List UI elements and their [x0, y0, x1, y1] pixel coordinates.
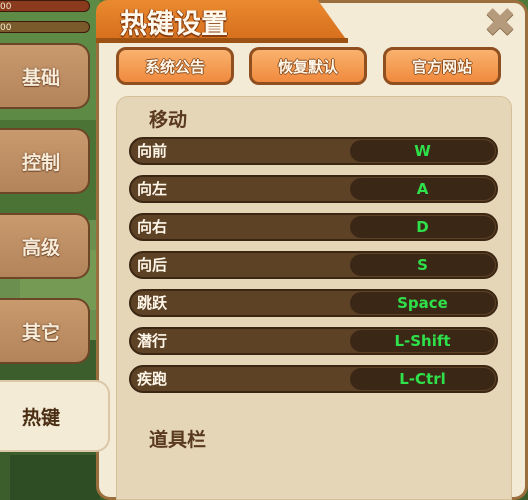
close-icon: ✖ [483, 0, 517, 46]
tab-hotkeys[interactable]: 热键 [0, 380, 110, 452]
hotkey-list[interactable]: 移动 向前 W 向左 A 向右 D 向后 S 跳跃 Space 潜行 L-Shi… [116, 96, 512, 500]
hotkey-binding[interactable]: D [350, 216, 495, 238]
button-label: 系统公告 [144, 57, 205, 76]
restore-default-button[interactable]: 恢复默认 [249, 47, 367, 85]
hotkey-row[interactable]: 向左 A [129, 175, 498, 203]
hotkey-action: 向前 [137, 142, 168, 160]
health-bar: 00 [0, 0, 90, 12]
close-button[interactable]: ✖ [478, 2, 522, 44]
section-title-hotbar: 道具栏 [149, 429, 207, 451]
hotkey-binding[interactable]: W [350, 140, 495, 162]
hunger-bar: 00 [0, 21, 90, 33]
button-label: 恢复默认 [277, 57, 338, 76]
tab-basic[interactable]: 基础 [0, 43, 90, 109]
hotkey-action: 跳跃 [137, 294, 168, 312]
hotkey-row[interactable]: 潜行 L-Shift [129, 327, 498, 355]
background-scenery [10, 455, 100, 500]
tab-label: 其它 [22, 321, 61, 344]
hotkey-binding[interactable]: S [350, 254, 495, 276]
hotkey-action: 向左 [137, 180, 168, 198]
tab-label: 基础 [22, 66, 61, 89]
hotkey-action: 疾跑 [137, 370, 168, 388]
tab-other[interactable]: 其它 [0, 298, 90, 364]
announcement-button[interactable]: 系统公告 [116, 47, 234, 85]
hotkey-row[interactable]: 向前 W [129, 137, 498, 165]
page-title: 热键设置 [120, 9, 228, 40]
hotkey-action: 潜行 [137, 332, 168, 350]
section-title-movement: 移动 [149, 109, 188, 131]
official-site-button[interactable]: 官方网站 [383, 47, 501, 85]
tab-controls[interactable]: 控制 [0, 128, 90, 194]
hotkey-binding[interactable]: Space [350, 292, 495, 314]
hotkey-binding[interactable]: L-Shift [350, 330, 495, 352]
hotkey-binding[interactable]: L-Ctrl [350, 368, 495, 390]
hotkey-row[interactable]: 向后 S [129, 251, 498, 279]
hotkey-action: 向右 [137, 218, 168, 236]
tab-advanced[interactable]: 高级 [0, 213, 90, 279]
hotkey-row[interactable]: 向右 D [129, 213, 498, 241]
tab-label: 热键 [22, 406, 61, 429]
hotkey-binding[interactable]: A [350, 178, 495, 200]
hotkey-row[interactable]: 疾跑 L-Ctrl [129, 365, 498, 393]
button-label: 官方网站 [411, 57, 472, 76]
hotkey-action: 向后 [137, 256, 168, 274]
tab-label: 控制 [22, 151, 61, 174]
tab-label: 高级 [22, 236, 61, 259]
hotkey-row[interactable]: 跳跃 Space [129, 289, 498, 317]
